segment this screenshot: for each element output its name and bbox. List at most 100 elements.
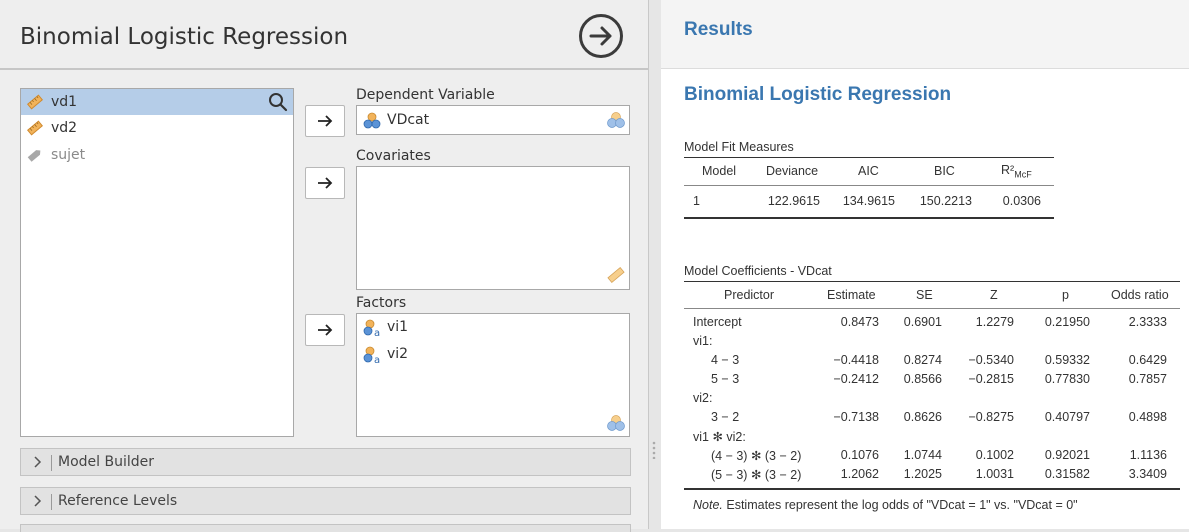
table-cell: 150.2213 bbox=[919, 194, 972, 208]
options-header: Binomial Logistic Regression bbox=[0, 0, 648, 70]
covariates-box[interactable] bbox=[356, 166, 630, 290]
variable-item-vd2[interactable]: vd2 bbox=[21, 115, 293, 141]
move-to-covariates-button[interactable] bbox=[305, 167, 345, 199]
table-cell: −0.2412 bbox=[833, 372, 879, 386]
options-panel: Binomial Logistic Regression vd1 vd2 suj… bbox=[0, 0, 649, 532]
nominal-text-variable-icon: a bbox=[363, 319, 380, 337]
table-cell: 0.21950 bbox=[1044, 315, 1090, 329]
table-cell: 0.77830 bbox=[1044, 372, 1090, 386]
note-text: Estimates represent the log odds of "VDc… bbox=[722, 498, 1078, 512]
table-row-label: 4 − 3 bbox=[711, 353, 740, 367]
move-to-dependent-button[interactable] bbox=[305, 105, 345, 137]
variable-item-vd1[interactable]: vd1 bbox=[21, 89, 293, 115]
table-note: Note. Estimates represent the log odds o… bbox=[693, 498, 1078, 512]
table-cell: 0.31582 bbox=[1044, 467, 1090, 481]
separator bbox=[51, 455, 52, 471]
r2-symbol: R² bbox=[1001, 163, 1015, 177]
factors-box[interactable]: a vi1 a vi2 bbox=[356, 313, 630, 437]
table-cell: 1 bbox=[693, 194, 700, 208]
column-header-r2mcf: R²McF bbox=[1001, 163, 1032, 180]
reference-levels-section[interactable]: Reference Levels bbox=[20, 487, 631, 515]
search-icon[interactable] bbox=[268, 92, 288, 112]
covariates-label: Covariates bbox=[356, 148, 431, 164]
table-cell: 0.8473 bbox=[840, 315, 879, 329]
arrow-right-icon bbox=[318, 324, 333, 336]
table-cell: 1.0744 bbox=[903, 448, 942, 462]
note-prefix: Note. bbox=[693, 498, 723, 512]
table-rule bbox=[684, 157, 1054, 158]
nominal-text-variable-icon: a bbox=[363, 346, 380, 364]
table-cell: 122.9615 bbox=[767, 194, 820, 208]
continuous-ruler-icon bbox=[27, 94, 43, 110]
column-header: p bbox=[1062, 288, 1069, 302]
section-label: Reference Levels bbox=[58, 493, 178, 509]
factors-label: Factors bbox=[356, 295, 407, 311]
column-header: Model bbox=[702, 164, 737, 178]
table-cell: 0.4898 bbox=[1128, 410, 1167, 424]
column-header: Z bbox=[990, 288, 998, 302]
go-to-results-button[interactable] bbox=[579, 14, 623, 58]
arrow-right-icon bbox=[318, 177, 333, 189]
table-cell: 0.1002 bbox=[975, 448, 1014, 462]
factor-label: vi2 bbox=[387, 346, 409, 362]
table-cell: −0.5340 bbox=[968, 353, 1014, 367]
column-header: Odds ratio bbox=[1111, 288, 1169, 302]
table-row-label: Intercept bbox=[693, 315, 742, 329]
table-cell: 134.9615 bbox=[842, 194, 895, 208]
table-row-label: vi1: bbox=[693, 334, 713, 348]
table-rule bbox=[684, 308, 1180, 309]
table-row-label: 3 − 2 bbox=[711, 410, 740, 424]
variable-list[interactable]: vd1 vd2 sujet bbox=[20, 88, 294, 437]
separator bbox=[51, 494, 52, 510]
continuous-ruler-icon bbox=[27, 120, 43, 136]
table-cell: 2.3333 bbox=[1128, 315, 1167, 329]
model-fit-title: Model Fit Measures bbox=[684, 140, 794, 154]
table-cell: 1.1136 bbox=[1129, 448, 1167, 462]
table-row-label: (5 − 3) ✻ (3 − 2) bbox=[711, 468, 802, 482]
table-cell: 0.40797 bbox=[1044, 410, 1090, 424]
move-to-factors-button[interactable] bbox=[305, 314, 345, 346]
table-cell: 0.0306 bbox=[1002, 194, 1041, 208]
table-row-label: vi2: bbox=[693, 391, 713, 405]
nominal-variable-icon bbox=[363, 112, 381, 129]
variable-item-sujet[interactable]: sujet bbox=[21, 142, 293, 168]
mcf-subscript: McF bbox=[1014, 169, 1032, 180]
factor-label: vi1 bbox=[387, 319, 409, 335]
variable-label: sujet bbox=[51, 147, 86, 163]
column-header: SE bbox=[916, 288, 933, 302]
chevron-right-icon bbox=[34, 456, 42, 468]
id-tag-icon bbox=[27, 150, 41, 162]
table-cell: 3.3409 bbox=[1128, 467, 1167, 481]
arrow-right-icon bbox=[318, 115, 333, 127]
table-cell: −0.8275 bbox=[968, 410, 1014, 424]
table-cell: −0.2815 bbox=[968, 372, 1014, 386]
table-rule bbox=[684, 281, 1180, 282]
svg-text:a: a bbox=[374, 355, 380, 364]
table-cell: 1.2279 bbox=[975, 315, 1014, 329]
variable-label: vd1 bbox=[51, 94, 78, 110]
next-section[interactable] bbox=[20, 524, 631, 532]
table-cell: 1.0031 bbox=[975, 467, 1014, 481]
coefficients-table: Predictor Estimate SE Z p Odds ratio Int… bbox=[684, 281, 1180, 521]
table-cell: 0.8566 bbox=[903, 372, 942, 386]
column-header: Predictor bbox=[724, 288, 775, 302]
model-fit-table: Model Deviance AIC BIC R²McF 1 122.9615 … bbox=[684, 157, 1054, 219]
coefficients-title: Model Coefficients - VDcat bbox=[684, 264, 832, 278]
table-row-label: 5 − 3 bbox=[711, 372, 740, 386]
table-cell: 1.2062 bbox=[840, 467, 879, 481]
panel-splitter-handle[interactable] bbox=[652, 441, 656, 459]
column-header: AIC bbox=[858, 164, 879, 178]
dependent-variable-box[interactable]: VDcat bbox=[356, 105, 630, 135]
column-header: Deviance bbox=[766, 164, 819, 178]
table-cell: 0.8274 bbox=[903, 353, 942, 367]
arrow-right-icon bbox=[589, 26, 612, 46]
table-cell: 0.8626 bbox=[903, 410, 942, 424]
table-cell: 1.2025 bbox=[903, 467, 942, 481]
table-cell: 0.6901 bbox=[903, 315, 942, 329]
model-builder-section[interactable]: Model Builder bbox=[20, 448, 631, 476]
table-cell: −0.7138 bbox=[833, 410, 879, 424]
nominal-type-icon bbox=[607, 112, 625, 128]
column-header: Estimate bbox=[827, 288, 876, 302]
table-rule bbox=[684, 185, 1054, 186]
nominal-type-icon bbox=[607, 415, 625, 431]
